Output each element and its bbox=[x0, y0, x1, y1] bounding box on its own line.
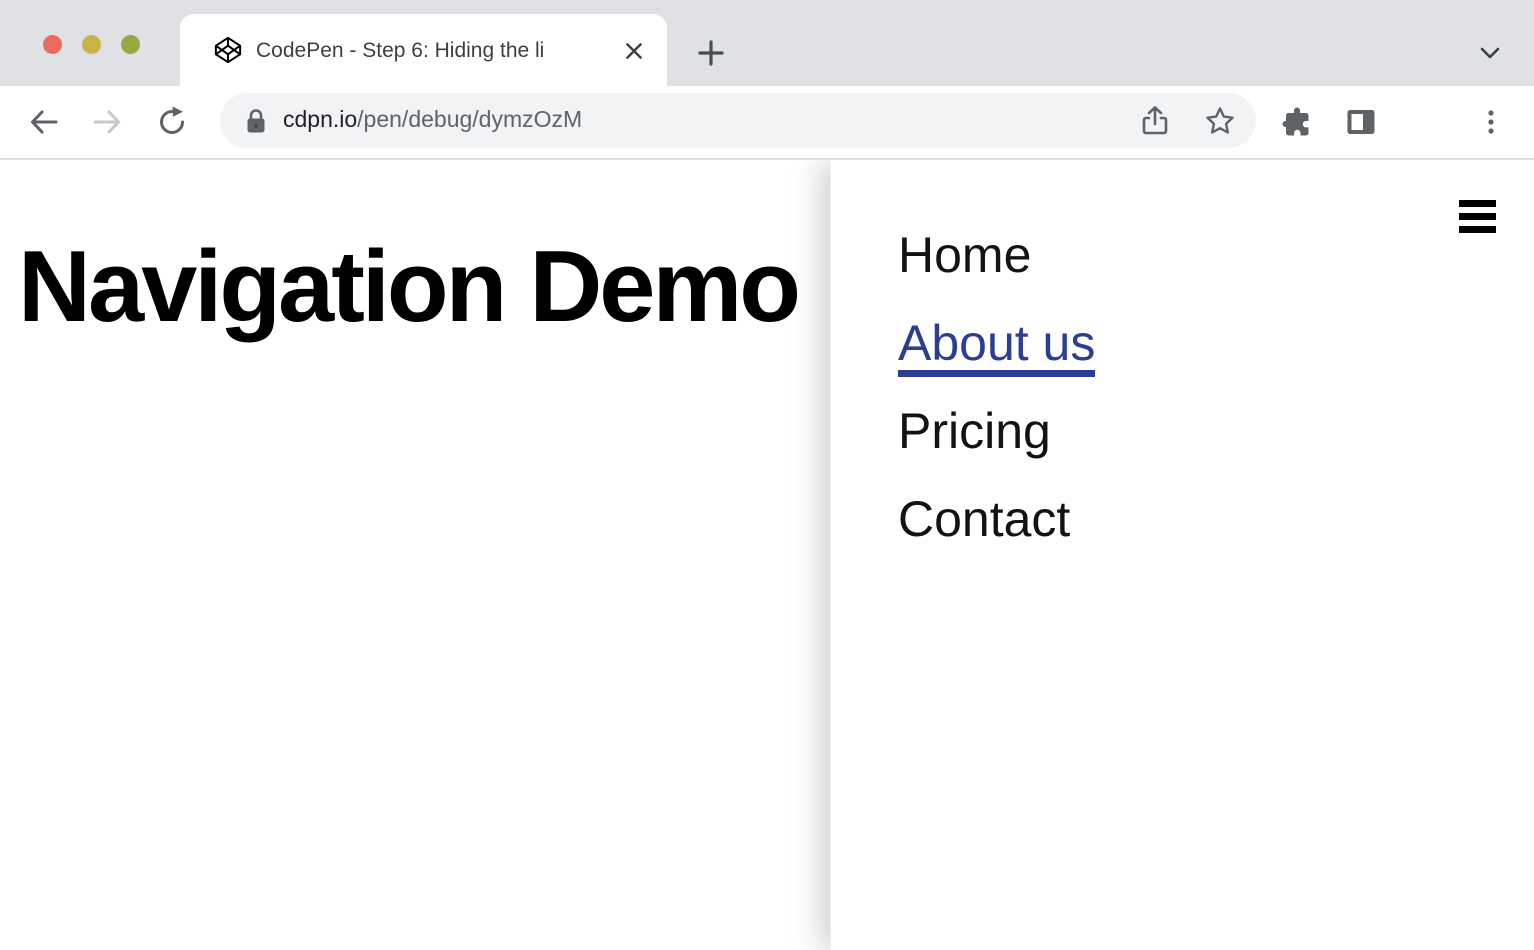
tab-title: CodePen - Step 6: Hiding the li bbox=[256, 39, 618, 67]
url-path: /pen/debug/dymzOzM bbox=[357, 106, 582, 132]
nav-link-pricing[interactable]: Pricing bbox=[898, 403, 1051, 459]
back-icon[interactable] bbox=[27, 105, 61, 139]
nav-item-about-us: About us bbox=[898, 318, 1095, 377]
forward-icon[interactable] bbox=[90, 105, 124, 139]
zoom-window-button[interactable] bbox=[121, 35, 140, 54]
nav-item-contact: Contact bbox=[898, 494, 1095, 544]
reload-icon[interactable] bbox=[155, 105, 189, 139]
page-viewport: Navigation Demo Home About us Pricing bbox=[0, 160, 1534, 950]
chevron-down-icon[interactable] bbox=[1476, 42, 1504, 64]
minimize-window-button[interactable] bbox=[82, 35, 101, 54]
star-icon[interactable] bbox=[1204, 105, 1236, 137]
codepen-logo-icon bbox=[214, 36, 242, 64]
hamburger-bar bbox=[1459, 200, 1496, 207]
close-window-button[interactable] bbox=[43, 35, 62, 54]
hamburger-bar bbox=[1459, 226, 1496, 233]
address-bar[interactable]: cdpn.io/pen/debug/dymzOzM bbox=[220, 93, 1256, 148]
new-tab-icon[interactable] bbox=[695, 37, 727, 69]
traffic-lights bbox=[43, 35, 140, 54]
nav-link-contact[interactable]: Contact bbox=[898, 491, 1070, 547]
tab-strip: CodePen - Step 6: Hiding the li bbox=[0, 0, 1534, 86]
slide-in-nav-panel: Home About us Pricing Contact bbox=[830, 160, 1534, 950]
nav-item-pricing: Pricing bbox=[898, 406, 1095, 456]
page-title: Navigation Demo bbox=[18, 230, 798, 345]
nav-link-home[interactable]: Home bbox=[898, 227, 1031, 283]
browser-toolbar: cdpn.io/pen/debug/dymzOzM bbox=[0, 86, 1534, 160]
browser-tab[interactable]: CodePen - Step 6: Hiding the li bbox=[180, 14, 667, 86]
close-icon[interactable] bbox=[623, 40, 645, 62]
kebab-menu-icon[interactable] bbox=[1474, 105, 1508, 139]
lock-icon[interactable] bbox=[244, 108, 268, 134]
extensions-icon[interactable] bbox=[1280, 105, 1314, 139]
hamburger-icon[interactable] bbox=[1459, 200, 1496, 233]
browser-window: CodePen - Step 6: Hiding the li bbox=[0, 0, 1534, 950]
url-domain: cdpn.io bbox=[283, 106, 357, 132]
nav-link-about-us[interactable]: About us bbox=[898, 318, 1095, 377]
side-panel-icon[interactable] bbox=[1344, 105, 1378, 139]
site-navigation: Home About us Pricing Contact bbox=[898, 230, 1095, 582]
nav-item-home: Home bbox=[898, 230, 1095, 280]
share-icon[interactable] bbox=[1139, 105, 1171, 137]
url-text[interactable]: cdpn.io/pen/debug/dymzOzM bbox=[283, 106, 582, 133]
hamburger-bar bbox=[1459, 213, 1496, 220]
